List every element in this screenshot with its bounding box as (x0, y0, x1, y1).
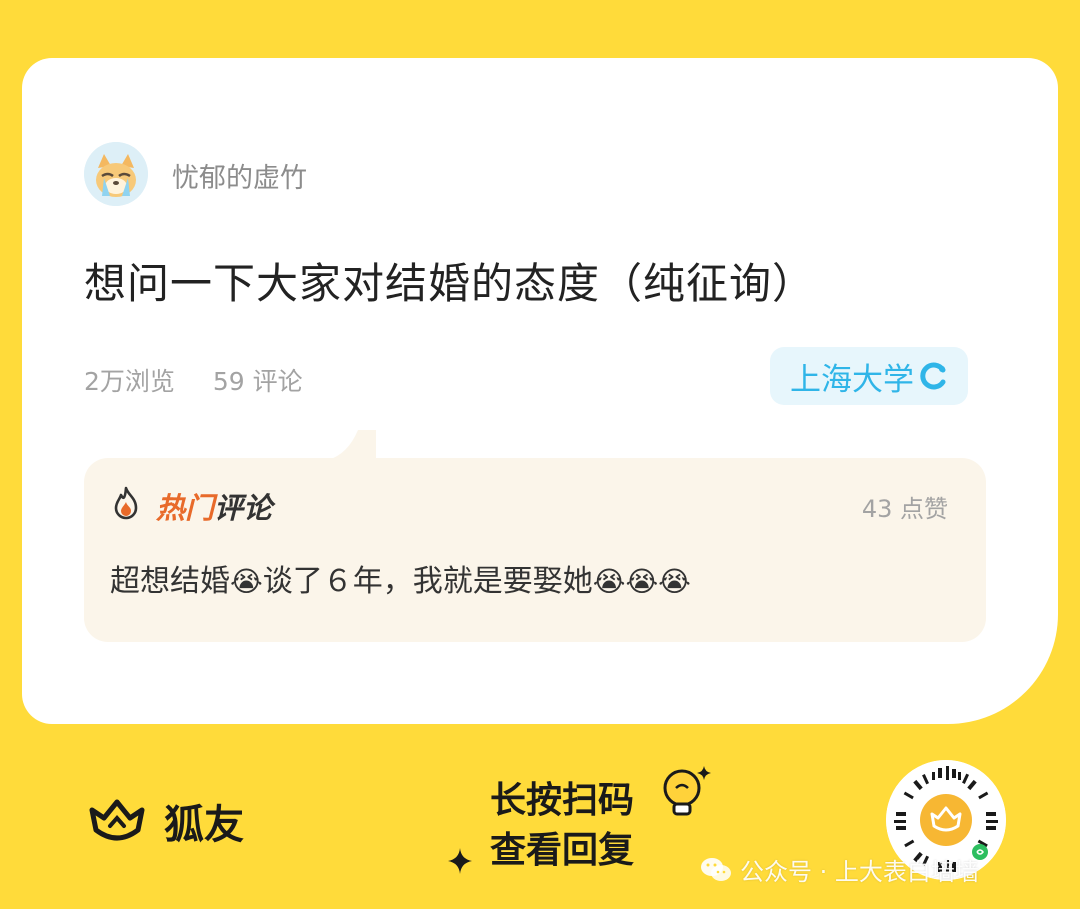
post-title[interactable]: 想问一下大家对结婚的态度（纯征询） (84, 250, 815, 311)
school-badge[interactable]: 上海大学 (770, 347, 968, 405)
hot-label-part1: 热门 (156, 491, 215, 525)
brand-name: 狐友 (164, 802, 244, 848)
school-logo-icon (920, 362, 946, 390)
view-count: 2万浏览 (84, 367, 175, 396)
hot-comment-box[interactable]: 热门评论 43 点赞 超想结婚😭谈了６年，我就是要娶她😭😭😭 (84, 458, 986, 642)
watermark-text: 公众号 · 上大表白墙墙 (740, 858, 979, 886)
comment-text-part2: 谈了６年，我就是要娶她 (262, 564, 593, 599)
comment-text-part1: 超想结婚 (110, 564, 230, 599)
comment-text: 超想结婚😭谈了６年，我就是要娶她😭😭😭 (110, 556, 691, 600)
like-count[interactable]: 43 点赞 (862, 489, 948, 524)
school-name: 上海大学 (790, 361, 914, 398)
hot-comment-label: 热门评论 (156, 485, 272, 527)
wechat-icon (701, 857, 731, 881)
hot-label-part2: 评论 (214, 491, 273, 525)
wechat-watermark: 公众号 · 上大表白墙墙 (700, 852, 979, 887)
comment-count: 59 评论 (212, 367, 303, 396)
flame-icon (114, 486, 138, 520)
comment-bubble-tail (328, 430, 376, 460)
lightbulb-icon (663, 766, 711, 816)
post-stats: 2万浏览 59 评论 (84, 362, 303, 398)
crying-emoji: 😭 (592, 565, 626, 598)
cta-line1: 长按扫码 (490, 780, 635, 821)
user-avatar[interactable] (84, 142, 148, 206)
crying-emoji: 😭 (658, 565, 691, 598)
sparkle-icon (448, 848, 472, 874)
post-card[interactable]: 忧郁的虚竹 想问一下大家对结婚的态度（纯征询） 2万浏览 59 评论 上海大学 … (22, 58, 1058, 724)
crying-emoji: 😭 (230, 565, 263, 598)
scan-cta: 长按扫码 查看回复 (490, 776, 634, 876)
brand-logo: 狐友 (84, 792, 244, 850)
avatar-dog-icon (84, 142, 148, 206)
fox-logo-icon (89, 799, 145, 841)
crying-emoji: 😭 (625, 565, 659, 598)
username[interactable]: 忧郁的虚竹 (172, 156, 307, 195)
cta-line2: 查看回复 (490, 830, 635, 871)
